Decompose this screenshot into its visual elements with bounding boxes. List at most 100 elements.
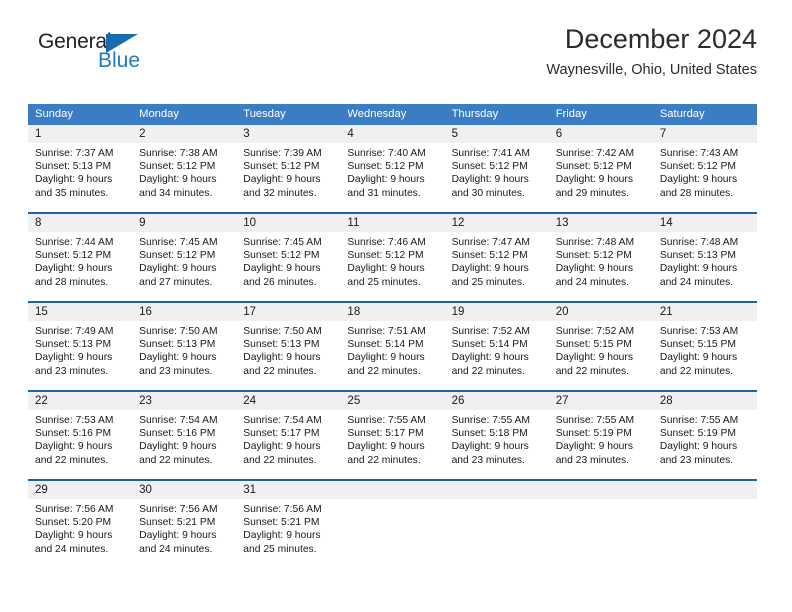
weekday-header-thursday: Thursday (451, 108, 499, 120)
sunrise-text: Sunrise: 7:54 AM (243, 415, 322, 426)
day-cell[interactable]: 28 Sunrise: 7:55 AM Sunset: 5:19 PM Dayl… (652, 392, 757, 470)
day-cell[interactable]: 20 Sunrise: 7:52 AM Sunset: 5:15 PM Dayl… (548, 303, 653, 381)
day-cell[interactable]: 16 Sunrise: 7:50 AM Sunset: 5:13 PM Dayl… (132, 303, 237, 381)
day-number: 17 (236, 303, 341, 321)
daylight-text-cont: and 23 minutes. (555, 454, 629, 466)
daylight-text: Daylight: 9 hours (659, 352, 738, 364)
day-details: Sunrise: 7:41 AM Sunset: 5:12 PM Dayligh… (445, 143, 549, 200)
general-blue-logo[interactable]: General Blue (38, 30, 158, 78)
sunset-text: Sunset: 5:21 PM (243, 517, 320, 529)
day-number: 1 (28, 125, 133, 143)
daylight-text-cont: and 25 minutes. (243, 543, 317, 555)
daylight-text-cont: and 35 minutes. (35, 187, 109, 199)
daylight-text: Daylight: 9 hours (139, 441, 217, 453)
day-number: 23 (132, 392, 237, 410)
day-details: Sunrise: 7:55 AM Sunset: 5:19 PM Dayligh… (653, 410, 757, 467)
day-number (548, 481, 653, 499)
day-number (444, 481, 549, 499)
day-cell[interactable]: 8 Sunrise: 7:44 AM Sunset: 5:12 PM Dayli… (28, 214, 133, 292)
day-details: Sunrise: 7:56 AM Sunset: 5:20 PM Dayligh… (28, 499, 132, 556)
calendar-table: Sunday Monday Tuesday Wednesday Thursday… (28, 104, 757, 559)
day-cell[interactable]: 9 Sunrise: 7:45 AM Sunset: 5:12 PM Dayli… (132, 214, 237, 292)
day-cell[interactable]: 27 Sunrise: 7:55 AM Sunset: 5:19 PM Dayl… (548, 392, 653, 470)
sunrise-text: Sunrise: 7:54 AM (139, 415, 218, 426)
day-number: 26 (444, 392, 549, 410)
daylight-text-cont: and 24 minutes. (139, 543, 213, 555)
day-cell[interactable]: 7 Sunrise: 7:43 AM Sunset: 5:12 PM Dayli… (652, 125, 757, 203)
day-cell[interactable]: 21 Sunrise: 7:53 AM Sunset: 5:15 PM Dayl… (652, 303, 757, 381)
day-cell[interactable]: 22 Sunrise: 7:53 AM Sunset: 5:16 PM Dayl… (28, 392, 133, 470)
daylight-text-cont: and 23 minutes. (35, 365, 109, 377)
day-cell[interactable]: 3 Sunrise: 7:39 AM Sunset: 5:12 PM Dayli… (236, 125, 341, 203)
day-cell[interactable]: 23 Sunrise: 7:54 AM Sunset: 5:16 PM Dayl… (132, 392, 237, 470)
day-cell[interactable]: 26 Sunrise: 7:55 AM Sunset: 5:18 PM Dayl… (444, 392, 549, 470)
sunset-text: Sunset: 5:12 PM (243, 161, 320, 173)
daylight-text: Daylight: 9 hours (35, 352, 113, 364)
daylight-text: Daylight: 9 hours (347, 174, 425, 186)
daylight-text-cont: and 34 minutes. (139, 187, 213, 199)
daylight-text-cont: and 22 minutes. (243, 365, 317, 377)
sunrise-text: Sunrise: 7:48 AM (659, 237, 739, 248)
day-cell[interactable]: 25 Sunrise: 7:55 AM Sunset: 5:17 PM Dayl… (340, 392, 445, 470)
sunset-text: Sunset: 5:15 PM (659, 339, 736, 351)
day-cell[interactable]: 31 Sunrise: 7:56 AM Sunset: 5:21 PM Dayl… (236, 481, 341, 559)
daylight-text-cont: and 24 minutes. (35, 543, 109, 555)
sunrise-text: Sunrise: 7:56 AM (139, 504, 218, 515)
day-number: 21 (652, 303, 757, 321)
day-number: 7 (652, 125, 757, 143)
day-number: 28 (652, 392, 757, 410)
day-details: Sunrise: 7:55 AM Sunset: 5:19 PM Dayligh… (549, 410, 653, 467)
sunset-text: Sunset: 5:12 PM (451, 250, 528, 262)
daylight-text: Daylight: 9 hours (243, 352, 321, 364)
day-cell[interactable]: 6 Sunrise: 7:42 AM Sunset: 5:12 PM Dayli… (548, 125, 653, 203)
sunrise-text: Sunrise: 7:47 AM (451, 237, 530, 248)
day-details: Sunrise: 7:48 AM Sunset: 5:12 PM Dayligh… (549, 232, 653, 289)
day-cell[interactable]: 2 Sunrise: 7:38 AM Sunset: 5:12 PM Dayli… (132, 125, 237, 203)
day-cell[interactable]: 15 Sunrise: 7:49 AM Sunset: 5:13 PM Dayl… (28, 303, 133, 381)
sunrise-text: Sunrise: 7:56 AM (243, 504, 322, 515)
sunrise-text: Sunrise: 7:55 AM (451, 415, 530, 426)
day-cell[interactable]: 10 Sunrise: 7:45 AM Sunset: 5:12 PM Dayl… (236, 214, 341, 292)
daylight-text-cont: and 29 minutes. (555, 187, 629, 199)
daylight-text-cont: and 31 minutes. (347, 187, 421, 199)
daylight-text: Daylight: 9 hours (451, 441, 529, 453)
day-cell[interactable]: 1 Sunrise: 7:37 AM Sunset: 5:13 PM Dayli… (28, 125, 133, 203)
day-cell[interactable]: 12 Sunrise: 7:47 AM Sunset: 5:12 PM Dayl… (444, 214, 549, 292)
daylight-text: Daylight: 9 hours (35, 530, 113, 542)
sunrise-text: Sunrise: 7:44 AM (35, 237, 114, 248)
day-number (652, 481, 757, 499)
sunrise-text: Sunrise: 7:49 AM (35, 326, 114, 337)
day-cell[interactable]: 11 Sunrise: 7:46 AM Sunset: 5:12 PM Dayl… (340, 214, 445, 292)
day-cell[interactable]: 29 Sunrise: 7:56 AM Sunset: 5:20 PM Dayl… (28, 481, 133, 559)
day-details: Sunrise: 7:52 AM Sunset: 5:14 PM Dayligh… (445, 321, 549, 378)
page-header: General Blue December 2024 Waynesville, … (28, 0, 757, 78)
day-cell[interactable]: 24 Sunrise: 7:54 AM Sunset: 5:17 PM Dayl… (236, 392, 341, 470)
day-details: Sunrise: 7:45 AM Sunset: 5:12 PM Dayligh… (236, 232, 340, 289)
day-cell[interactable]: 5 Sunrise: 7:41 AM Sunset: 5:12 PM Dayli… (444, 125, 549, 203)
day-cell[interactable]: 17 Sunrise: 7:50 AM Sunset: 5:13 PM Dayl… (236, 303, 341, 381)
sunset-text: Sunset: 5:20 PM (35, 517, 112, 529)
daylight-text: Daylight: 9 hours (139, 352, 217, 364)
day-cell[interactable]: 4 Sunrise: 7:40 AM Sunset: 5:12 PM Dayli… (340, 125, 445, 203)
day-cell[interactable]: 19 Sunrise: 7:52 AM Sunset: 5:14 PM Dayl… (444, 303, 549, 381)
day-details: Sunrise: 7:54 AM Sunset: 5:17 PM Dayligh… (236, 410, 340, 467)
daylight-text-cont: and 23 minutes. (659, 454, 734, 466)
day-number: 9 (132, 214, 237, 232)
daylight-text: Daylight: 9 hours (451, 352, 529, 364)
weekday-header-friday: Friday (555, 108, 587, 120)
day-cell[interactable]: 13 Sunrise: 7:48 AM Sunset: 5:12 PM Dayl… (548, 214, 653, 292)
day-cell[interactable]: 14 Sunrise: 7:48 AM Sunset: 5:13 PM Dayl… (652, 214, 757, 292)
day-number: 19 (444, 303, 549, 321)
daylight-text-cont: and 22 minutes. (555, 365, 629, 377)
daylight-text-cont: and 30 minutes. (451, 187, 525, 199)
sunrise-text: Sunrise: 7:43 AM (659, 148, 739, 159)
daylight-text: Daylight: 9 hours (139, 174, 217, 186)
day-details: Sunrise: 7:40 AM Sunset: 5:12 PM Dayligh… (340, 143, 444, 200)
day-cell[interactable]: 18 Sunrise: 7:51 AM Sunset: 5:14 PM Dayl… (340, 303, 445, 381)
daylight-text: Daylight: 9 hours (243, 530, 321, 542)
day-cell-empty (444, 481, 549, 559)
day-cell[interactable]: 30 Sunrise: 7:56 AM Sunset: 5:21 PM Dayl… (132, 481, 237, 559)
sunset-text: Sunset: 5:12 PM (555, 161, 632, 173)
sunrise-text: Sunrise: 7:38 AM (139, 148, 218, 159)
day-number: 5 (444, 125, 549, 143)
